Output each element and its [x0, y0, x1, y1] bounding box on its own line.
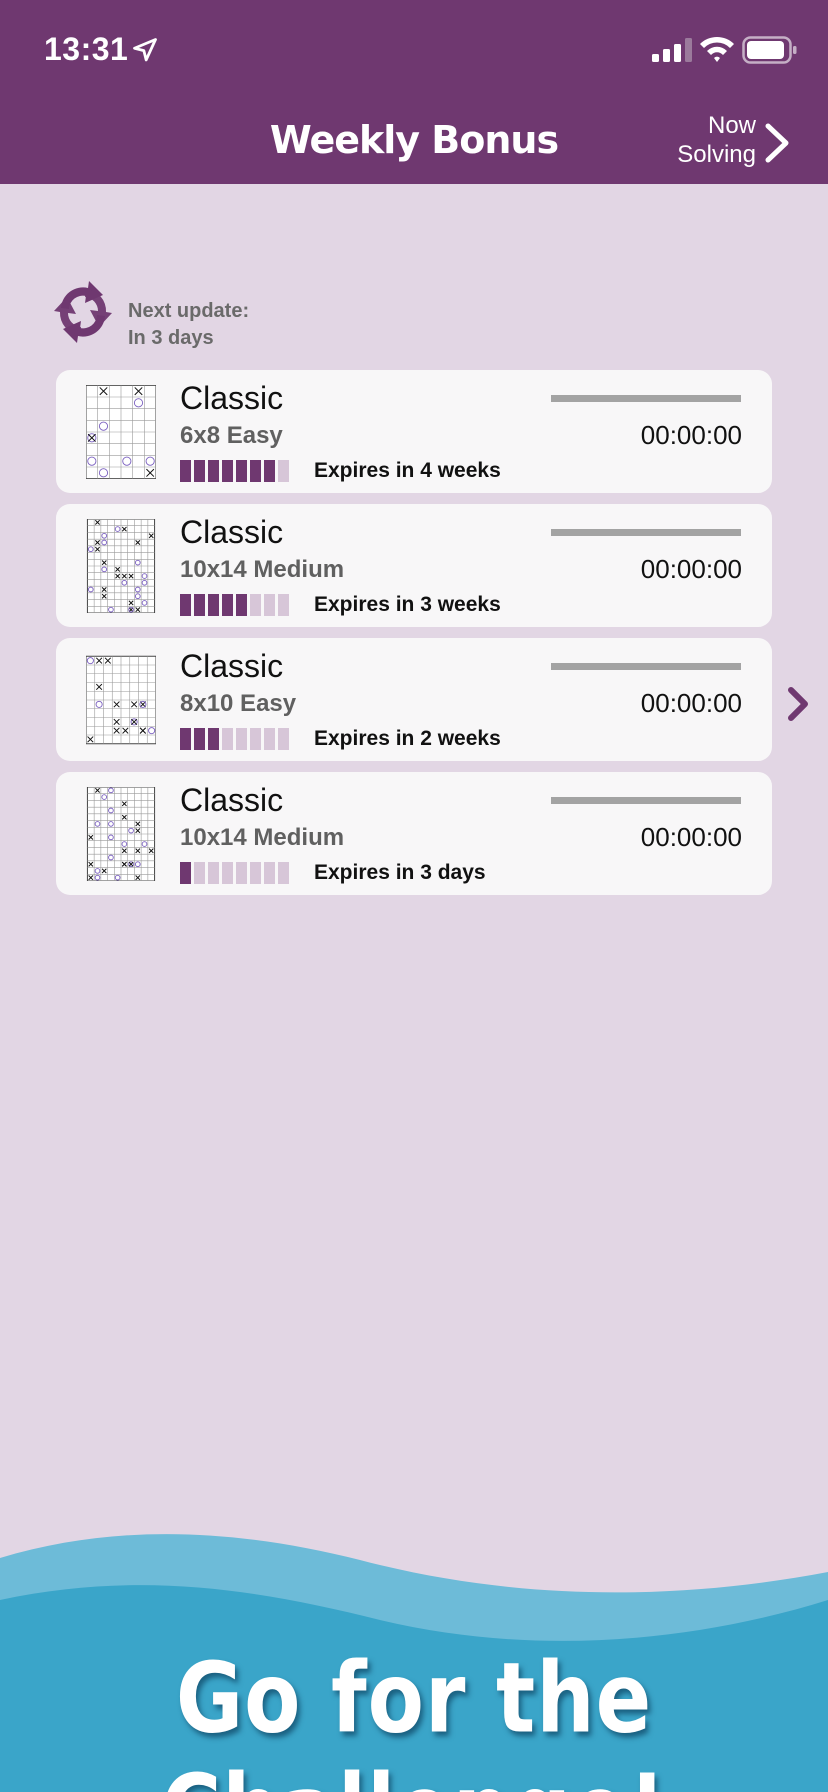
now-solving-label-line2: Solving [677, 141, 756, 168]
expiry-segment [194, 594, 205, 616]
expiry-segment [250, 728, 261, 750]
next-update-label: Next update: [128, 300, 250, 322]
expiry-segment [222, 594, 233, 616]
header-bar: 13:31 Weekly Bonus Now Solving [0, 0, 828, 184]
expiry-segment [208, 594, 219, 616]
expiry-segment [236, 862, 247, 884]
expiry-segment [222, 862, 233, 884]
expiry-segment [222, 460, 233, 482]
puzzle-size-difficulty: 8x10 Easy [180, 690, 297, 717]
location-arrow-icon [133, 38, 157, 62]
solve-progress-bar [551, 395, 741, 402]
expiry-segment [236, 594, 247, 616]
refresh-cycle-icon [54, 281, 112, 343]
battery-icon [742, 36, 797, 64]
expiry-meter [180, 728, 289, 750]
expiry-label: Expires in 4 weeks [314, 459, 501, 482]
solve-progress-bar [551, 797, 741, 804]
expiry-segment [236, 460, 247, 482]
puzzle-size-difficulty: 10x14 Medium [180, 556, 345, 583]
now-solving-button[interactable]: Now Solving [677, 111, 756, 169]
solve-progress-bar [551, 529, 741, 536]
expiry-label: Expires in 3 days [314, 861, 486, 884]
puzzle-card[interactable]: Classic 6x8 Easy Expires in 4 weeks 00:0… [56, 370, 772, 493]
expiry-segment [180, 594, 191, 616]
expiry-meter [180, 460, 289, 482]
puzzle-title: Classic [180, 782, 284, 818]
expiry-label: Expires in 2 weeks [314, 727, 501, 750]
cellular-signal-icon [652, 38, 692, 62]
puzzle-card[interactable]: Classic 8x10 Easy Expires in 2 weeks 00:… [56, 638, 772, 761]
expiry-segment [264, 862, 275, 884]
puzzle-size-difficulty: 6x8 Easy [180, 422, 283, 449]
expiry-segment [278, 862, 289, 884]
puzzle-title: Classic [180, 514, 284, 550]
expiry-segment [194, 728, 205, 750]
expiry-segment [264, 728, 275, 750]
puzzle-card[interactable]: Classic 10x14 Medium Expires in 3 days 0… [56, 772, 772, 895]
expiry-segment [194, 862, 205, 884]
puzzle-card[interactable]: Classic 10x14 Medium Expires in 3 weeks … [56, 504, 772, 627]
next-update-value: In 3 days [128, 327, 214, 349]
expiry-segment [278, 594, 289, 616]
expiry-segment [264, 460, 275, 482]
challenge-banner-text: Go for the Challenge! [161, 1642, 666, 1792]
wifi-icon [700, 36, 734, 62]
expiry-meter [180, 862, 289, 884]
solve-time: 00:00:00 [640, 554, 742, 584]
puzzle-size-difficulty: 10x14 Medium [180, 824, 345, 851]
expiry-segment [208, 728, 219, 750]
puzzle-title: Classic [180, 380, 284, 416]
next-update-info: Next update: In 3 days [128, 298, 249, 352]
puzzle-thumbnail [86, 519, 156, 613]
expiry-segment [208, 460, 219, 482]
solve-progress-bar [551, 663, 741, 670]
expiry-segment [236, 728, 247, 750]
expiry-segment [250, 460, 261, 482]
solve-time: 00:00:00 [640, 822, 742, 852]
expiry-segment [222, 728, 233, 750]
chevron-right-icon[interactable] [786, 686, 810, 722]
expiry-segment [264, 594, 275, 616]
expiry-label: Expires in 3 weeks [314, 593, 501, 616]
expiry-segment [194, 460, 205, 482]
puzzle-thumbnail [86, 385, 156, 479]
expiry-segment [180, 728, 191, 750]
solve-time: 00:00:00 [640, 688, 742, 718]
puzzle-list: Classic 6x8 Easy Expires in 4 weeks 00:0… [56, 370, 772, 906]
chevron-right-icon[interactable] [762, 122, 792, 164]
puzzle-thumbnail [86, 655, 156, 745]
solve-time: 00:00:00 [640, 420, 742, 450]
expiry-segment [278, 728, 289, 750]
puzzle-thumbnail [86, 787, 156, 881]
expiry-meter [180, 594, 289, 616]
puzzle-title: Classic [180, 648, 284, 684]
status-time: 13:31 [44, 31, 129, 67]
expiry-segment [278, 460, 289, 482]
expiry-segment [250, 862, 261, 884]
expiry-segment [180, 460, 191, 482]
now-solving-label-line1: Now [707, 112, 756, 139]
expiry-segment [208, 862, 219, 884]
expiry-segment [180, 862, 191, 884]
expiry-segment [250, 594, 261, 616]
